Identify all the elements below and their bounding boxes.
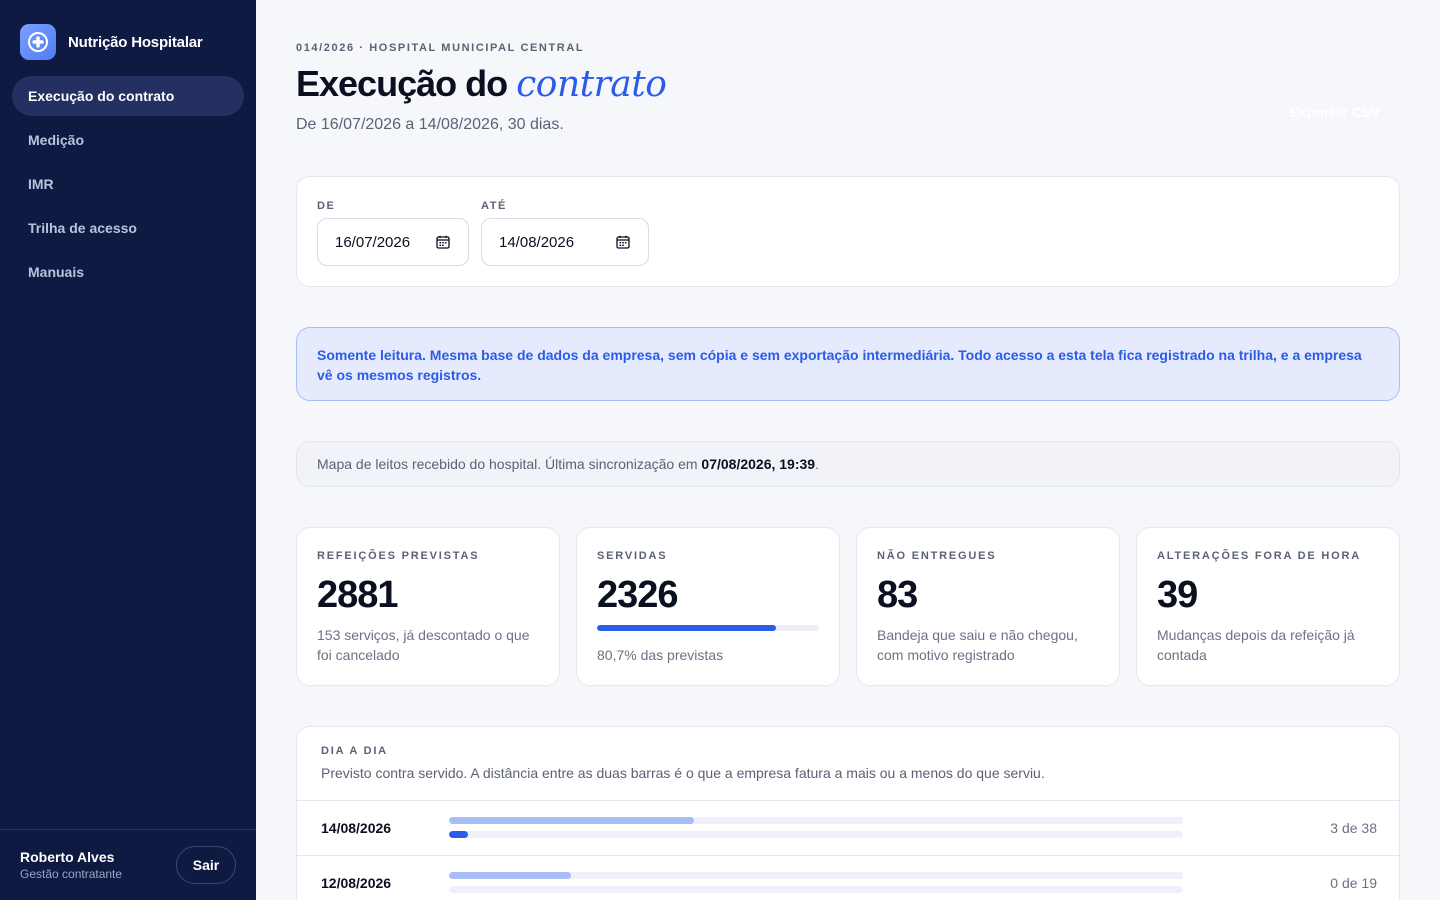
- contract-eyebrow: 014/2026 · HOSPITAL MUNICIPAL CENTRAL: [296, 42, 585, 54]
- sync-timestamp: 07/08/2026, 19:39: [701, 456, 816, 472]
- sidebar-item-label: IMR: [28, 176, 54, 192]
- sidebar-item-medicao[interactable]: Medição: [12, 120, 244, 160]
- user-role: Gestão contratante: [20, 867, 123, 881]
- sidebar-item-label: Execução do contrato: [28, 88, 175, 104]
- user-name: Roberto Alves: [20, 849, 115, 865]
- planned-bar-track: [449, 817, 1183, 824]
- stat-value: 2326: [597, 574, 679, 616]
- page-title-accent: contrato: [516, 64, 667, 105]
- sync-text: Mapa de leitos recebido do hospital. Últ…: [317, 456, 698, 472]
- stat-label: SERVIDAS: [597, 550, 668, 562]
- day-count: 0 de 19: [1330, 875, 1377, 891]
- sidebar-item-execucao[interactable]: Execução do contrato: [12, 76, 244, 116]
- stat-card-servidas: SERVIDAS 2326 80,7% das previstas: [576, 527, 840, 686]
- stat-desc: Mudanças depois da refeição já contada: [1157, 627, 1355, 663]
- sidebar-item-label: Trilha de acesso: [28, 220, 137, 236]
- sidebar-item-trilha[interactable]: Trilha de acesso: [12, 208, 244, 248]
- stat-card-previstas: REFEIÇÕES PREVISTAS 2881 153 serviços, j…: [296, 527, 560, 686]
- stat-desc: Bandeja que saiu e não chegou, com motiv…: [877, 627, 1078, 663]
- brand-name: Nutrição Hospitalar: [68, 33, 203, 51]
- daily-desc: Previsto contra servido. A distância ent…: [321, 765, 1045, 781]
- sidebar-item-manuais[interactable]: Manuais: [12, 252, 244, 292]
- day-date: 12/08/2026: [321, 875, 392, 891]
- export-csv-button[interactable]: Exportar CSV: [1290, 104, 1380, 120]
- from-date-input[interactable]: 16/07/2026: [317, 218, 469, 266]
- sidebar: Nutrição Hospitalar Execução do contrato…: [0, 0, 256, 900]
- sync-suffix: .: [815, 456, 819, 472]
- sidebar-item-imr[interactable]: IMR: [12, 164, 244, 204]
- page-title-main: Execução do: [296, 63, 508, 104]
- logout-button[interactable]: Sair: [176, 846, 236, 884]
- served-bar-track: [449, 831, 1183, 838]
- stat-value: 39: [1157, 574, 1198, 616]
- served-progress-fill: [597, 625, 777, 631]
- stat-card-nao-entregues: NÃO ENTREGUES 83 Bandeja que saiu e não …: [856, 527, 1120, 686]
- to-date-value: 14/08/2026: [499, 233, 575, 251]
- brand[interactable]: Nutrição Hospitalar: [20, 24, 203, 60]
- table-row[interactable]: 14/08/2026 3 de 38: [297, 800, 1399, 855]
- served-bar: [449, 831, 469, 838]
- sync-status: Mapa de leitos recebido do hospital. Últ…: [296, 441, 1400, 487]
- planned-bar: [449, 817, 694, 824]
- stat-label: NÃO ENTREGUES: [877, 550, 997, 562]
- stat-desc: 80,7% das previstas: [597, 647, 724, 663]
- planned-bar-track: [449, 872, 1183, 879]
- stat-value: 83: [877, 574, 918, 616]
- page-subtitle: De 16/07/2026 a 14/08/2026, 30 dias.: [296, 116, 564, 133]
- stat-label: ALTERAÇÕES FORA DE HORA: [1157, 550, 1361, 562]
- table-row[interactable]: 12/08/2026 0 de 19: [297, 855, 1399, 900]
- day-count: 3 de 38: [1330, 820, 1377, 836]
- read-only-notice: Somente leitura. Mesma base de dados da …: [296, 327, 1400, 401]
- user-box: Roberto Alves Gestão contratante Sair: [0, 829, 256, 900]
- served-progress-bar: [597, 625, 819, 631]
- to-label: ATÉ: [481, 200, 507, 212]
- sidebar-nav: Execução do contrato Medição IMR Trilha …: [12, 76, 244, 296]
- date-filters: DE 16/07/2026 ATÉ 14/08/2026: [296, 176, 1400, 287]
- from-label: DE: [317, 200, 336, 212]
- served-bar-track: [449, 886, 1183, 893]
- daily-breakdown: DIA A DIA Previsto contra servido. A dis…: [296, 726, 1400, 900]
- calendar-icon[interactable]: [436, 235, 450, 253]
- to-date-input[interactable]: 14/08/2026: [481, 218, 649, 266]
- stat-value: 2881: [317, 574, 399, 616]
- day-date: 14/08/2026: [321, 820, 392, 836]
- stat-card-alteracoes: ALTERAÇÕES FORA DE HORA 39 Mudanças depo…: [1136, 527, 1400, 686]
- medical-cross-icon: [20, 24, 56, 60]
- page-title: Execução do contrato: [296, 62, 667, 107]
- sidebar-item-label: Medição: [28, 132, 85, 148]
- daily-label: DIA A DIA: [321, 745, 388, 757]
- calendar-icon[interactable]: [616, 235, 630, 253]
- planned-bar: [449, 872, 572, 879]
- main-content: 014/2026 · HOSPITAL MUNICIPAL CENTRAL Ex…: [256, 0, 1440, 900]
- from-date-value: 16/07/2026: [335, 233, 411, 251]
- sidebar-item-label: Manuais: [28, 264, 85, 280]
- stat-label: REFEIÇÕES PREVISTAS: [317, 550, 480, 562]
- stat-desc: 153 serviços, já descontado o que foi ca…: [317, 627, 530, 663]
